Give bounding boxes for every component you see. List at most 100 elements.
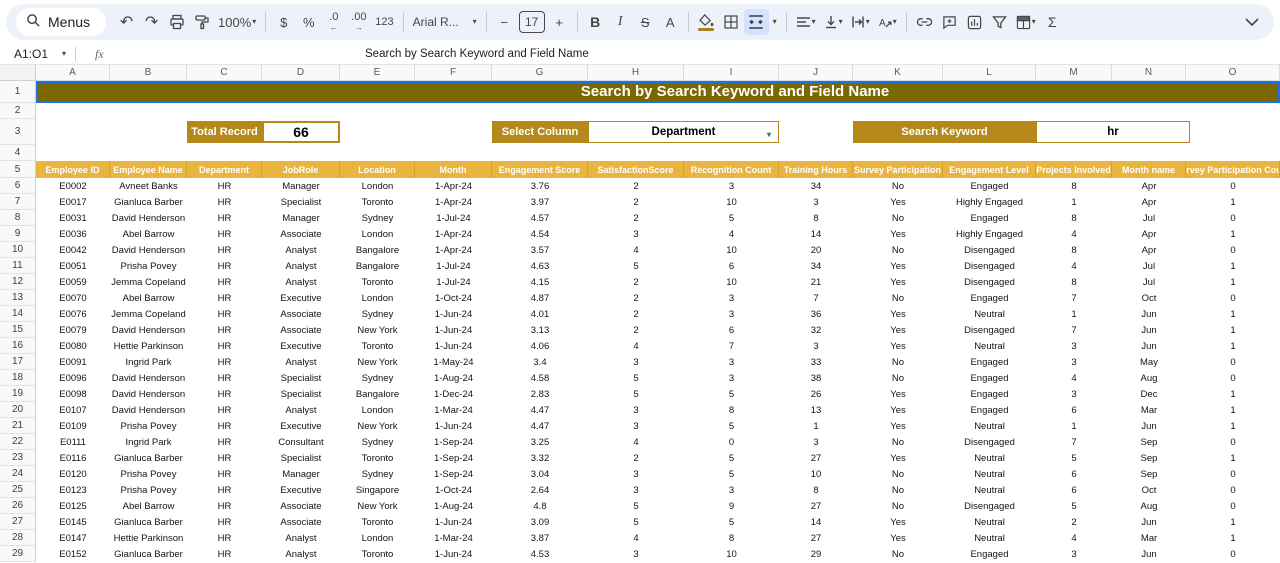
table-cell[interactable]: New York: [340, 498, 415, 514]
table-cell[interactable]: Highly Engaged: [943, 226, 1036, 242]
table-cell[interactable]: 4.15: [492, 274, 588, 290]
table-cell[interactable]: 34: [779, 178, 853, 194]
table-cell[interactable]: 2: [588, 322, 684, 338]
row-header-20[interactable]: 20: [0, 402, 36, 418]
menus-button[interactable]: Menus: [16, 8, 106, 36]
table-cell[interactable]: Yes: [853, 450, 943, 466]
empty-row[interactable]: [36, 103, 1280, 119]
table-cell[interactable]: E0059: [36, 274, 110, 290]
row-header-19[interactable]: 19: [0, 386, 36, 402]
table-cell[interactable]: HR: [187, 370, 262, 386]
table-cell[interactable]: E0120: [36, 466, 110, 482]
table-cell[interactable]: Engaged: [943, 370, 1036, 386]
table-cell[interactable]: 10: [779, 466, 853, 482]
table-cell[interactable]: London: [340, 530, 415, 546]
table-cell[interactable]: 1: [779, 418, 853, 434]
table-cell[interactable]: E0116: [36, 450, 110, 466]
table-cell[interactable]: Jun: [1112, 306, 1186, 322]
table-cell[interactable]: 0: [1186, 370, 1280, 386]
table-cell[interactable]: 34: [779, 258, 853, 274]
table-cell[interactable]: Hettie Parkinson: [110, 530, 187, 546]
row-header-12[interactable]: 12: [0, 274, 36, 290]
table-cell[interactable]: 3: [1036, 354, 1112, 370]
zoom-select[interactable]: 100%▾: [214, 9, 260, 35]
table-cell[interactable]: No: [853, 178, 943, 194]
table-cell[interactable]: 5: [588, 370, 684, 386]
table-cell[interactable]: 3: [588, 482, 684, 498]
table-cell[interactable]: 1-Sep-24: [415, 434, 492, 450]
table-cell[interactable]: E0152: [36, 546, 110, 562]
table-cell[interactable]: 4.47: [492, 418, 588, 434]
table-cell[interactable]: 3: [588, 226, 684, 242]
table-cell[interactable]: Singapore: [340, 482, 415, 498]
table-cell[interactable]: 7: [1036, 290, 1112, 306]
table-cell[interactable]: 1: [1186, 418, 1280, 434]
text-rotation-button[interactable]: A ▾: [874, 9, 901, 35]
table-cell[interactable]: 5: [588, 386, 684, 402]
select-column-dropdown[interactable]: Department ▾: [588, 121, 779, 143]
row-header-11[interactable]: 11: [0, 258, 36, 274]
table-cell[interactable]: London: [340, 226, 415, 242]
table-cell[interactable]: 0: [1186, 482, 1280, 498]
table-cell[interactable]: Associate: [262, 226, 340, 242]
table-cell[interactable]: 3: [684, 482, 779, 498]
table-cell[interactable]: 33: [779, 354, 853, 370]
column-header-A[interactable]: A: [36, 65, 110, 81]
table-cell[interactable]: 1-Aug-24: [415, 498, 492, 514]
table-cell[interactable]: 3: [684, 354, 779, 370]
table-cell[interactable]: Manager: [262, 210, 340, 226]
table-header-cell[interactable]: Month: [415, 161, 492, 178]
table-cell[interactable]: No: [853, 242, 943, 258]
table-cell[interactable]: Neutral: [943, 338, 1036, 354]
table-cell[interactable]: HR: [187, 322, 262, 338]
table-cell[interactable]: 5: [588, 258, 684, 274]
table-cell[interactable]: Analyst: [262, 242, 340, 258]
formula-input[interactable]: Search by Search Keyword and Field Name: [365, 44, 589, 64]
empty-row[interactable]: [36, 145, 1280, 161]
italic-button[interactable]: I: [608, 9, 633, 35]
table-cell[interactable]: Specialist: [262, 386, 340, 402]
table-cell[interactable]: David Henderson: [110, 402, 187, 418]
strikethrough-button[interactable]: S: [633, 9, 658, 35]
table-cell[interactable]: 21: [779, 274, 853, 290]
table-cell[interactable]: 1: [1186, 194, 1280, 210]
table-cell[interactable]: 3: [684, 306, 779, 322]
functions-button[interactable]: Σ: [1040, 9, 1065, 35]
decrease-font-size-button[interactable]: −: [492, 9, 517, 35]
font-select[interactable]: Arial R...▾: [409, 9, 481, 35]
table-cell[interactable]: Associate: [262, 322, 340, 338]
table-cell[interactable]: Apr: [1112, 194, 1186, 210]
insert-link-button[interactable]: [912, 9, 937, 35]
table-header-cell[interactable]: Employee Name: [110, 161, 187, 178]
table-cell[interactable]: 8: [1036, 178, 1112, 194]
table-cell[interactable]: 27: [779, 498, 853, 514]
table-cell[interactable]: No: [853, 354, 943, 370]
table-header-cell[interactable]: Engagement Level: [943, 161, 1036, 178]
column-header-B[interactable]: B: [110, 65, 187, 81]
table-header-cell[interactable]: Projects Involved: [1036, 161, 1112, 178]
table-cell[interactable]: Disengaged: [943, 258, 1036, 274]
table-cell[interactable]: Yes: [853, 194, 943, 210]
table-cell[interactable]: Toronto: [340, 514, 415, 530]
table-cell[interactable]: No: [853, 210, 943, 226]
table-cell[interactable]: 7: [684, 338, 779, 354]
table-cell[interactable]: Specialist: [262, 370, 340, 386]
row-header-25[interactable]: 25: [0, 482, 36, 498]
table-cell[interactable]: Manager: [262, 466, 340, 482]
table-cell[interactable]: Yes: [853, 306, 943, 322]
table-cell[interactable]: Executive: [262, 418, 340, 434]
table-cell[interactable]: Toronto: [340, 546, 415, 562]
table-cell[interactable]: E0098: [36, 386, 110, 402]
table-cell[interactable]: 0: [1186, 498, 1280, 514]
bold-button[interactable]: B: [583, 9, 608, 35]
table-cell[interactable]: 1-Apr-24: [415, 242, 492, 258]
insert-table-button[interactable]: ▾: [1012, 9, 1040, 35]
table-cell[interactable]: Analyst: [262, 530, 340, 546]
table-cell[interactable]: 3: [588, 466, 684, 482]
table-cell[interactable]: HR: [187, 386, 262, 402]
table-cell[interactable]: 8: [684, 530, 779, 546]
table-cell[interactable]: 4: [684, 226, 779, 242]
table-cell[interactable]: Yes: [853, 514, 943, 530]
table-cell[interactable]: Avneet Banks: [110, 178, 187, 194]
table-cell[interactable]: Analyst: [262, 402, 340, 418]
